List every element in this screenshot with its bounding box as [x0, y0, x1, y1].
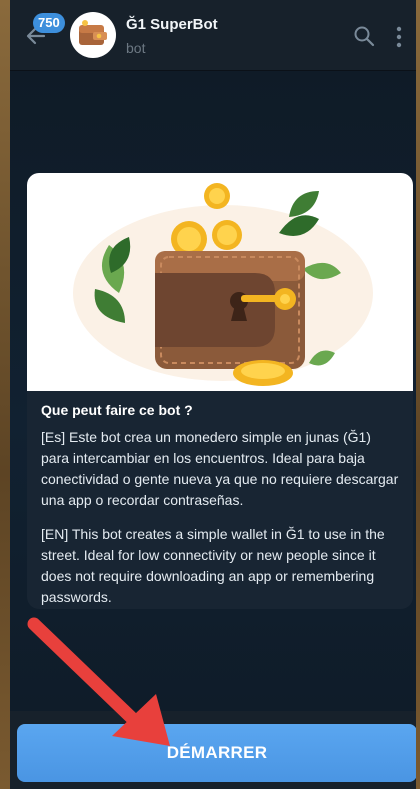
- bot-illustration: [27, 173, 413, 391]
- chat-window: 750 Ğ1 SuperBot bot Que peut faire ce bo…: [10, 0, 416, 789]
- more-vert-icon[interactable]: [396, 26, 402, 48]
- description-english: [EN] This bot creates a simple wallet in…: [41, 526, 385, 605]
- bot-avatar[interactable]: [70, 12, 116, 58]
- chat-area[interactable]: Que peut faire ce bot ? [Es] Este bot cr…: [10, 71, 416, 711]
- chat-subtitle: bot: [126, 40, 146, 56]
- start-button[interactable]: DÉMARRER: [17, 724, 416, 782]
- description-spanish: [Es] Este bot crea un monedero simple en…: [41, 429, 399, 508]
- unread-count-badge: 750: [33, 13, 65, 33]
- chat-title: Ğ1 SuperBot: [126, 16, 218, 33]
- card-heading: Que peut faire ce bot ?: [41, 402, 193, 418]
- bottom-bar: DÉMARRER: [10, 711, 416, 789]
- bot-description-card: Que peut faire ce bot ? [Es] Este bot cr…: [27, 173, 413, 609]
- desktop-edge-left: [0, 0, 10, 789]
- chat-header: 750 Ğ1 SuperBot bot: [10, 0, 416, 71]
- wallet-avatar: [79, 20, 107, 45]
- wallet-illustration: [73, 183, 373, 386]
- search-icon[interactable]: [353, 25, 375, 47]
- desktop-edge-right: [416, 0, 420, 789]
